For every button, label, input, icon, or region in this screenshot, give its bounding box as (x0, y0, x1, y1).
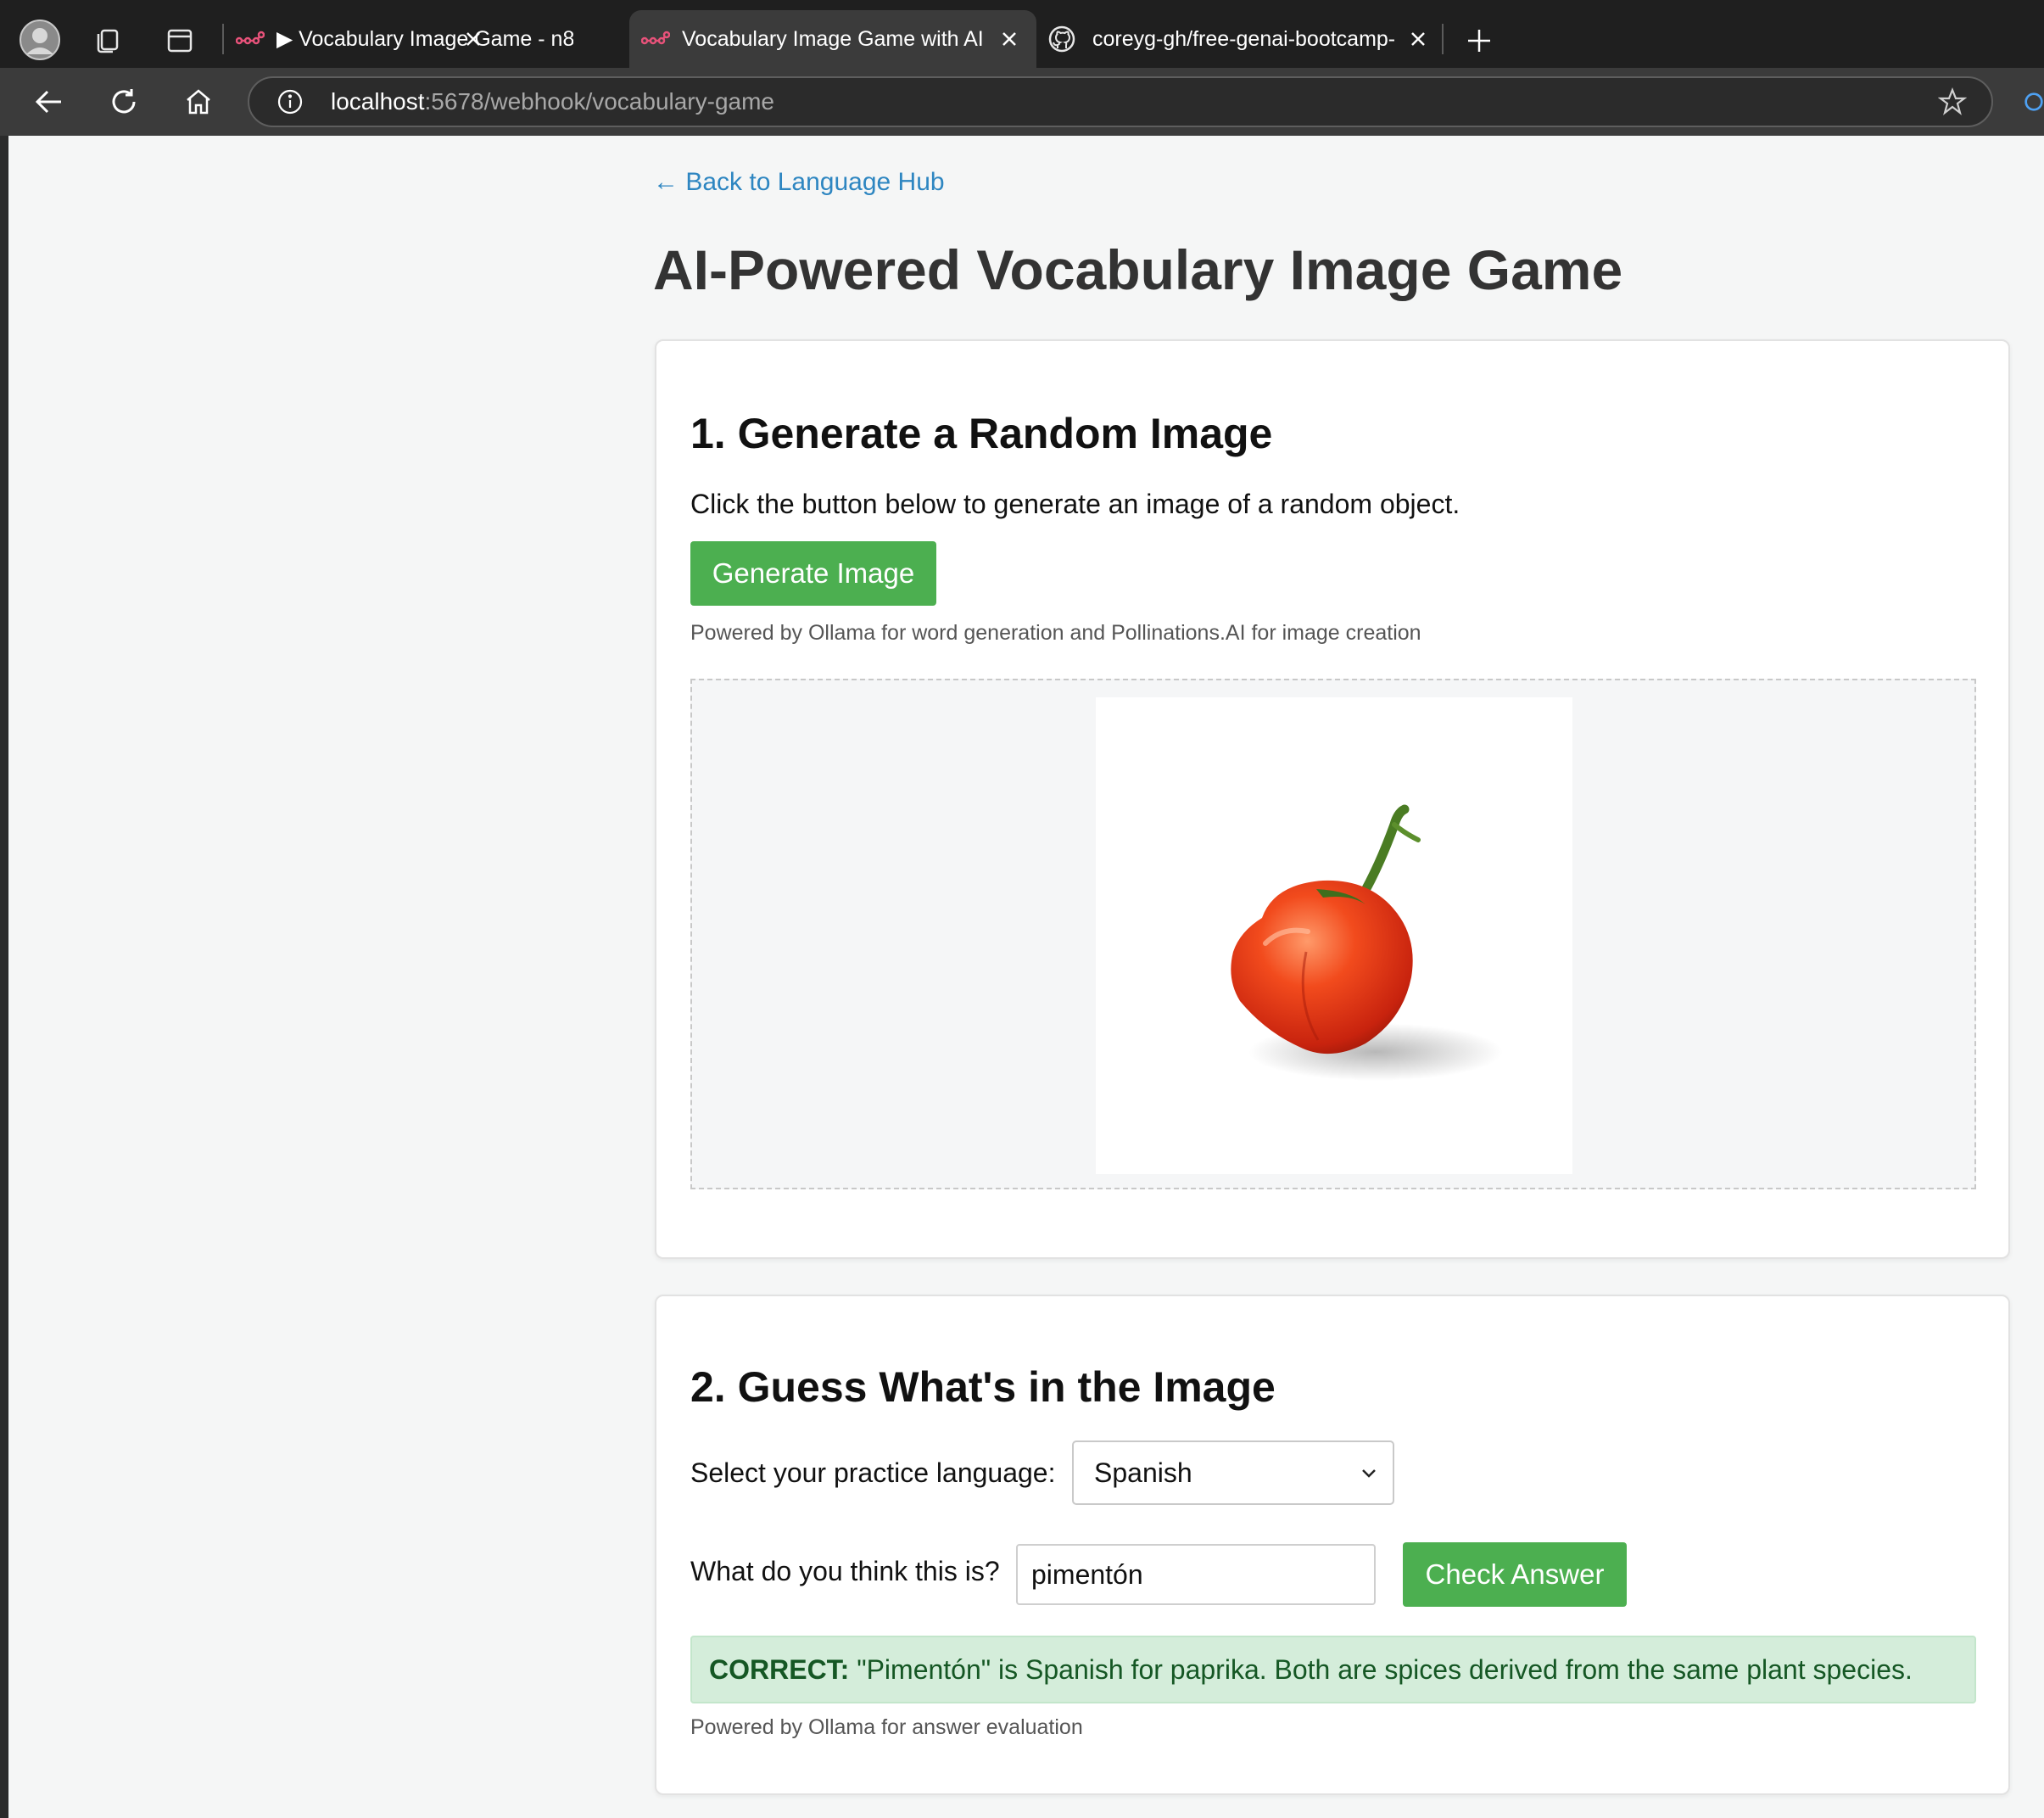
refresh-icon (112, 89, 136, 114)
url-text[interactable]: localhost:5678/webhook/vocabulary-game (331, 78, 774, 126)
tab-title: coreyg-gh/free-genai-bootcamp- (1092, 26, 1396, 51)
step2-heading: 2. Guess What's in the Image (690, 1363, 1276, 1411)
plus-icon (1468, 30, 1490, 52)
favorite-star-icon[interactable] (1937, 87, 1968, 117)
result-status: CORRECT: (709, 1654, 850, 1685)
tab-title: ▶ Vocabulary Image Game - n8n (276, 27, 573, 51)
close-tab-icon[interactable] (1403, 24, 1433, 54)
generated-image (1096, 697, 1572, 1174)
result-message: CORRECT: "Pimentón" is Spanish for papri… (690, 1636, 1976, 1703)
back-button[interactable] (31, 83, 68, 120)
url-host: localhost (331, 88, 425, 115)
browser-toolbar: localhost:5678/webhook/vocabulary-game (0, 68, 2044, 136)
browser-tab-bar: ▶ Vocabulary Image Game - n8n Vocabulary… (0, 0, 2044, 68)
tab-title: Vocabulary Image Game with AI (682, 26, 984, 51)
tab-github[interactable]: coreyg-gh/free-genai-bootcamp- (1040, 10, 1438, 68)
answer-input[interactable] (1016, 1544, 1376, 1605)
image-container (690, 679, 1976, 1189)
github-icon (1048, 25, 1075, 53)
n8n-icon (236, 31, 265, 45)
language-select[interactable]: Spanish (1072, 1440, 1394, 1505)
url-path: :5678/webhook/vocabulary-game (424, 88, 774, 115)
step1-instruction: Click the button below to generate an im… (690, 489, 1460, 519)
home-icon (187, 89, 210, 115)
arrow-left-icon (35, 90, 61, 114)
close-tab-icon[interactable] (458, 24, 489, 54)
step2-powered-by: Powered by Ollama for answer evaluation (690, 1715, 1083, 1739)
guess-image-card: 2. Guess What's in the Image Select your… (655, 1295, 2010, 1795)
tab-separator (222, 24, 224, 54)
n8n-icon (641, 31, 670, 45)
guess-label: What do you think this is? (690, 1556, 1000, 1586)
extension-icon[interactable] (2024, 87, 2044, 117)
close-tab-icon[interactable] (994, 24, 1025, 54)
site-info-icon[interactable] (275, 87, 305, 117)
check-answer-button[interactable]: Check Answer (1403, 1542, 1627, 1607)
tab-n8n-editor[interactable]: ▶ Vocabulary Image Game - n8n (229, 10, 628, 68)
generate-image-button[interactable]: Generate Image (690, 541, 936, 606)
language-label: Select your practice language: (690, 1457, 1056, 1488)
profile-avatar[interactable] (19, 19, 61, 61)
tab-separator (1442, 24, 1444, 54)
step1-heading: 1. Generate a Random Image (690, 410, 1273, 457)
generate-image-card: 1. Generate a Random Image Click the but… (655, 339, 2010, 1259)
chevron-down-icon (1362, 1469, 1376, 1478)
vertical-tabs-icon[interactable] (161, 22, 198, 59)
tab-vocabulary-game[interactable]: Vocabulary Image Game with AI (629, 10, 1036, 68)
new-tab-button[interactable] (1460, 22, 1498, 59)
window-edge (0, 136, 8, 1818)
back-to-language-hub-link[interactable]: ← Back to Language Hub (653, 168, 945, 197)
result-text: "Pimentón" is Spanish for paprika. Both … (849, 1654, 1913, 1685)
page-title: AI-Powered Vocabulary Image Game (653, 238, 1623, 301)
refresh-button[interactable] (105, 83, 142, 120)
home-button[interactable] (180, 83, 217, 120)
workspaces-icon[interactable] (88, 22, 126, 59)
address-bar[interactable]: localhost:5678/webhook/vocabulary-game (248, 76, 1993, 127)
page-viewport: ← Back to Language Hub AI-Powered Vocabu… (8, 136, 2044, 1818)
step1-powered-by: Powered by Ollama for word generation an… (690, 621, 1421, 645)
language-select-value: Spanish (1094, 1457, 1192, 1488)
